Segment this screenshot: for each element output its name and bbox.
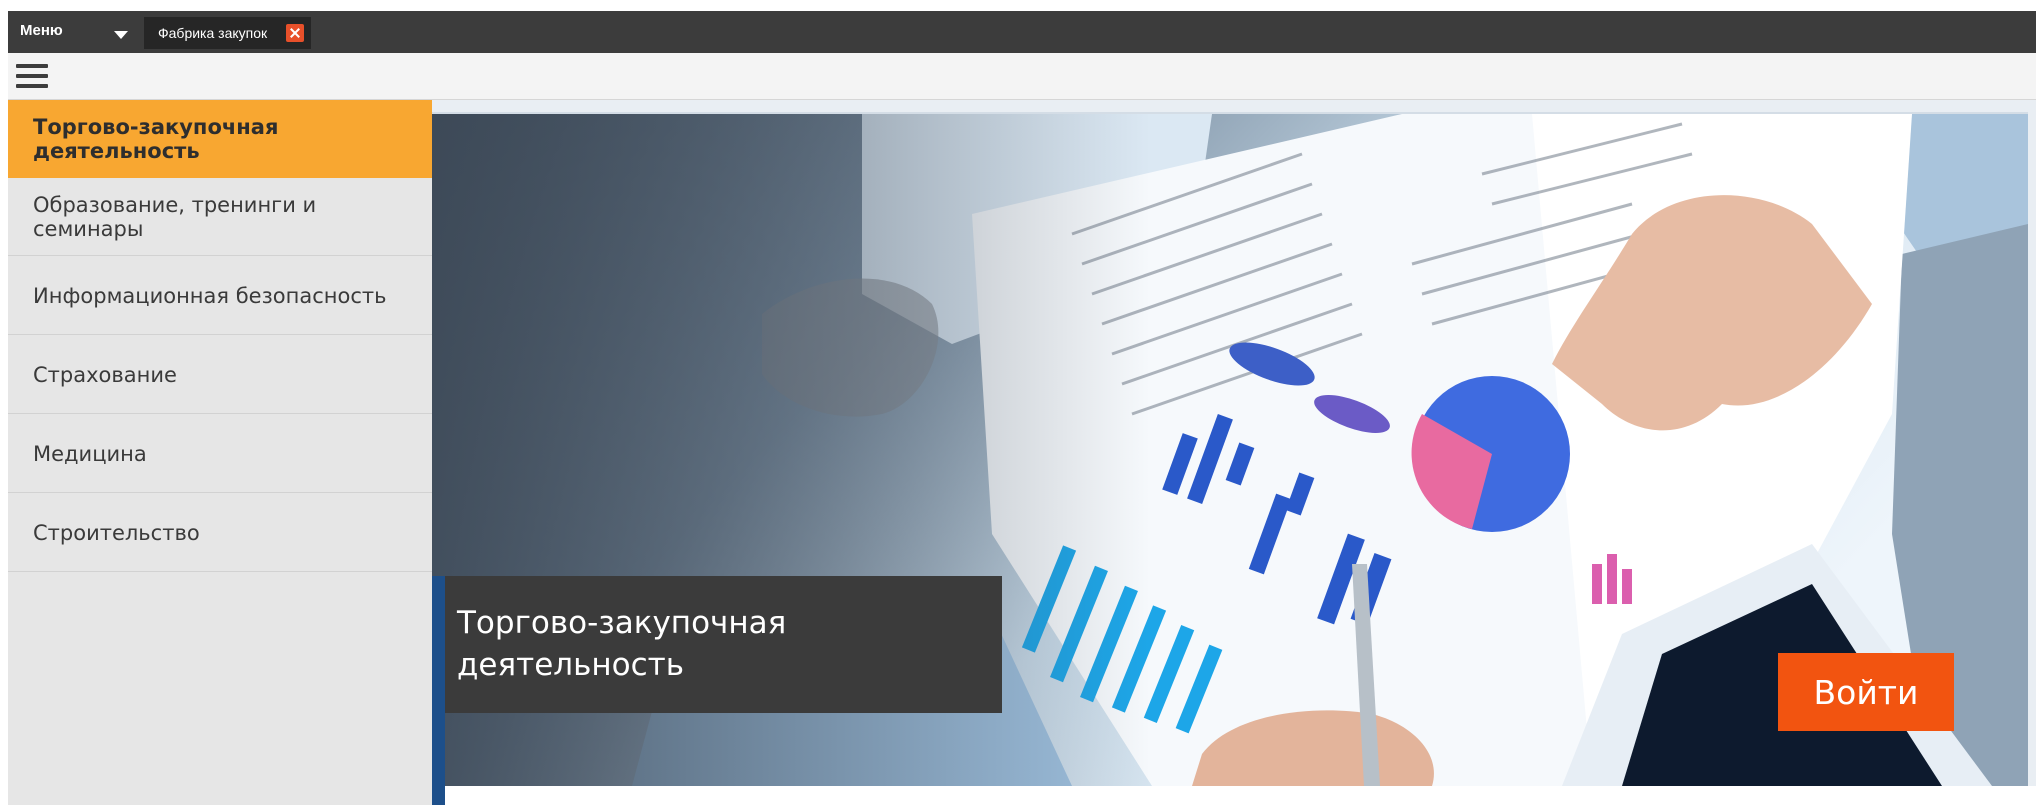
login-button[interactable]: Войти: [1778, 653, 1954, 731]
sidebar-item-label: Медицина: [33, 441, 147, 466]
close-icon[interactable]: [286, 24, 304, 42]
sidebar-item-medicine[interactable]: Медицина: [8, 415, 432, 493]
banner-caption-text: Торгово-закупочная деятельность: [457, 605, 787, 683]
sidebar-item-construction[interactable]: Строительство: [8, 494, 432, 572]
banner-caption: Торгово-закупочная деятельность: [445, 576, 1002, 713]
sidebar: Торгово-закупочная деятельность Образова…: [8, 100, 432, 805]
tab-fabrika-zakupok[interactable]: Фабрика закупок: [144, 17, 311, 49]
top-bar: Меню Фабрика закупок: [8, 11, 2036, 53]
menu-dropdown-button[interactable]: Меню: [8, 11, 142, 53]
toolbar: [8, 53, 2036, 100]
banner-bottom-strip: [445, 786, 2036, 805]
sidebar-item-label: Строительство: [33, 520, 200, 545]
sidebar-item-label: Страхование: [33, 362, 177, 387]
sidebar-item-label: Торгово-закупочная деятельность: [33, 115, 279, 163]
sidebar-item-security[interactable]: Информационная безопасность: [8, 257, 432, 335]
tab-label: Фабрика закупок: [158, 25, 268, 41]
menu-label: Меню: [20, 22, 63, 39]
main-content: Торгово-закупочная деятельность Войти: [432, 100, 2036, 805]
sidebar-item-label: Образование, тренинги и семинары: [33, 192, 317, 241]
sidebar-item-insurance[interactable]: Страхование: [8, 336, 432, 414]
hamburger-menu-icon[interactable]: [16, 63, 48, 89]
sidebar-item-label: Информационная безопасность: [33, 283, 387, 308]
chevron-down-icon: [114, 31, 128, 39]
sidebar-item-education[interactable]: Образование, тренинги и семинары: [8, 178, 432, 256]
sidebar-item-trade[interactable]: Торгово-закупочная деятельность: [8, 100, 432, 178]
caption-accent-bar: [432, 576, 445, 805]
